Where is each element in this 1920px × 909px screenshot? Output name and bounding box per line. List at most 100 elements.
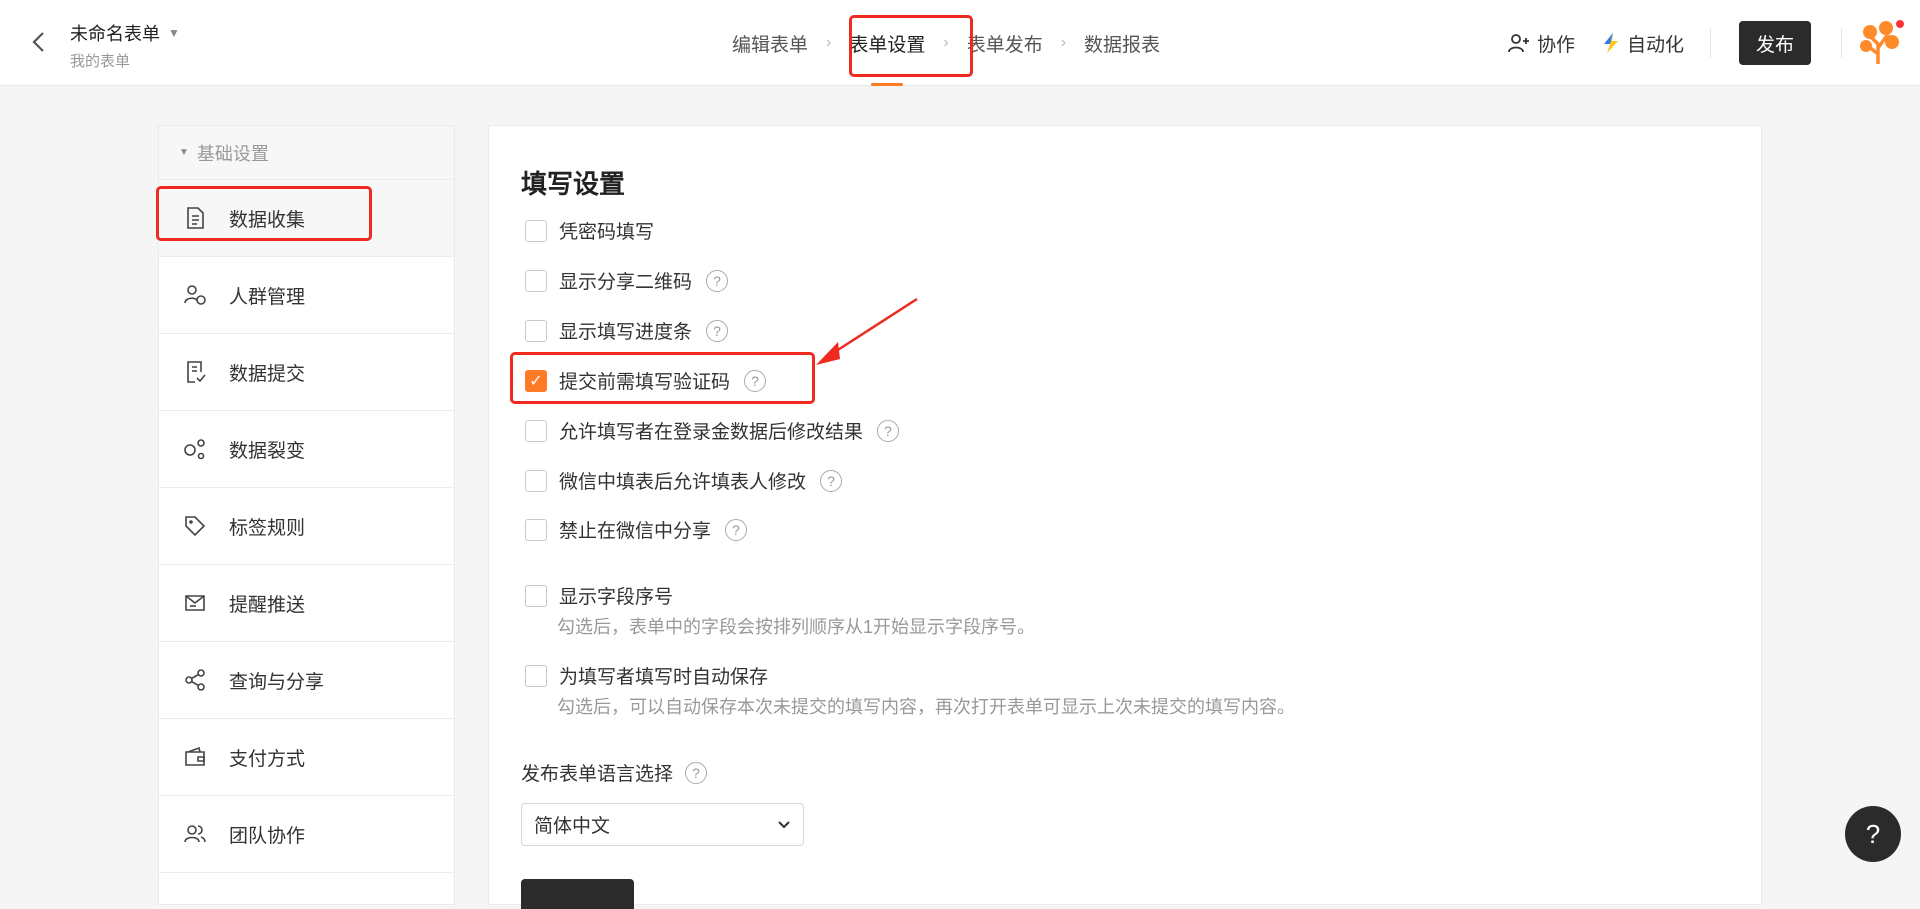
panel-title: 填写设置 [521, 169, 626, 199]
option-wechat-edit[interactable]: 微信中填表后允许填表人修改 ? [525, 467, 843, 494]
sidebar-item-tag-rules[interactable]: 标签规则 [159, 488, 454, 565]
language-select-value: 简体中文 [534, 816, 611, 837]
option-disable-wechat-share[interactable]: 禁止在微信中分享 ? [525, 516, 748, 543]
option-autosave[interactable]: 为填写者填写时自动保存 [525, 662, 768, 689]
notification-dot [1896, 20, 1904, 28]
top-header: 未命名表单 ▼ 我的表单 编辑表单 › 表单设置 › 表单发布 › 数据报表 协… [0, 0, 1920, 86]
sidebar-item-label: 数据提交 [229, 363, 306, 385]
annotation-arrow [816, 297, 918, 365]
automation-label: 自动化 [1626, 34, 1684, 56]
tag-icon [183, 514, 207, 538]
sidebar-group-basic[interactable]: ▼ 基础设置 [159, 126, 454, 180]
option-label: 允许填写者在登录金数据后修改结果 [559, 422, 864, 443]
step-form-settings[interactable]: 表单设置 [837, 0, 937, 86]
option-label: 提交前需填写验证码 [559, 372, 731, 393]
help-icon[interactable]: ? [820, 469, 843, 492]
checkbox-checked[interactable]: ✓ [525, 369, 547, 392]
checkbox[interactable] [525, 319, 547, 342]
option-label: 显示填写进度条 [559, 322, 693, 343]
help-icon[interactable]: ? [877, 419, 900, 442]
sidebar-item-label: 提醒推送 [229, 594, 306, 616]
option-label: 凭密码填写 [559, 222, 655, 243]
step-form-publish[interactable]: 表单发布 [955, 0, 1055, 86]
sidebar-item-data-fission[interactable]: 数据裂变 [159, 411, 454, 488]
help-icon[interactable]: ? [744, 369, 767, 392]
option-label: 禁止在微信中分享 [559, 521, 712, 542]
share-icon [183, 668, 207, 692]
step-nav: 编辑表单 › 表单设置 › 表单发布 › 数据报表 [720, 0, 1172, 86]
collaborate-label: 协作 [1536, 34, 1575, 56]
sidebar-item-audience[interactable]: 人群管理 [159, 257, 454, 334]
sidebar-item-team[interactable]: 团队协作 [159, 796, 454, 873]
checkbox[interactable] [525, 419, 547, 442]
save-button[interactable] [521, 879, 634, 909]
option-progress-bar[interactable]: 显示填写进度条 ? [525, 317, 729, 344]
chevron-right-icon: › [826, 34, 832, 51]
checkbox[interactable] [525, 518, 547, 541]
settings-sidebar: ▼ 基础设置 数据收集 人群管理 数据提交 数据裂变 标签规则 提醒推送 查询与… [158, 125, 455, 905]
chevron-down-icon [778, 820, 790, 828]
checkbox[interactable] [525, 219, 547, 242]
option-share-qrcode[interactable]: 显示分享二维码 ? [525, 267, 729, 294]
triangle-down-icon: ▼ [179, 147, 189, 158]
sidebar-group-label: 基础设置 [196, 143, 269, 164]
checkbox[interactable] [525, 664, 547, 687]
option-description: 勾选后，可以自动保存本次未提交的填写内容，再次打开表单可显示上次未提交的填写内容… [557, 697, 1295, 717]
header-actions: 协作 自动化 发布 [1507, 0, 1920, 86]
option-label: 显示分享二维码 [559, 272, 693, 293]
settings-panel: 填写设置 凭密码填写 显示分享二维码 ? 显示填写进度条 ? ✓ 提交前需填写验… [488, 125, 1762, 909]
chevron-right-icon: › [943, 34, 949, 51]
sidebar-item-label: 查询与分享 [229, 671, 325, 693]
sidebar-item-label: 团队协作 [229, 825, 306, 847]
option-description: 勾选后，表单中的字段会按排列顺序从1开始显示字段序号。 [557, 617, 1036, 637]
help-icon[interactable]: ? [725, 518, 748, 541]
option-edit-after-login[interactable]: 允许填写者在登录金数据后修改结果 ? [525, 417, 900, 444]
divider [1710, 28, 1711, 58]
caret-down-icon[interactable]: ▼ [168, 26, 180, 40]
divider [1841, 28, 1842, 58]
step-edit-form[interactable]: 编辑表单 [720, 0, 820, 86]
add-user-icon [1508, 34, 1529, 53]
brand-logo-icon[interactable] [1856, 18, 1906, 68]
wallet-icon [183, 745, 207, 769]
sidebar-item-label: 数据收集 [229, 209, 306, 231]
chevron-right-icon: › [1060, 34, 1067, 51]
sidebar-item-label: 数据裂变 [229, 440, 306, 462]
language-select[interactable]: 简体中文 [521, 803, 804, 846]
option-label: 微信中填表后允许填表人修改 [559, 472, 807, 493]
automation-button[interactable]: 自动化 [1601, 30, 1684, 57]
submit-doc-icon [183, 360, 207, 384]
form-title[interactable]: 未命名表单 ▼ [70, 20, 180, 46]
help-icon[interactable]: ? [706, 319, 729, 342]
team-icon [183, 822, 207, 846]
sidebar-item-label: 支付方式 [229, 748, 306, 770]
reminder-icon [183, 591, 207, 615]
option-captcha-before-submit[interactable]: ✓ 提交前需填写验证码 ? [525, 367, 767, 394]
floating-help-button[interactable]: ? [1845, 806, 1901, 862]
help-icon[interactable]: ? [706, 269, 729, 292]
checkbox[interactable] [525, 584, 547, 607]
sidebar-item-label: 人群管理 [229, 286, 306, 308]
sidebar-item-payment[interactable]: 支付方式 [159, 719, 454, 796]
user-group-icon [183, 283, 207, 307]
sidebar-item-data-submit[interactable]: 数据提交 [159, 334, 454, 411]
language-label: 发布表单语言选择 ? [521, 759, 708, 786]
back-arrow-icon[interactable] [26, 30, 50, 54]
option-password-fill[interactable]: 凭密码填写 [525, 217, 654, 244]
option-field-numbers[interactable]: 显示字段序号 [525, 582, 673, 609]
language-label-text: 发布表单语言选择 [521, 764, 674, 785]
document-icon [183, 206, 207, 230]
sidebar-item-query-share[interactable]: 查询与分享 [159, 642, 454, 719]
sidebar-item-label: 标签规则 [229, 517, 306, 539]
checkbox[interactable] [525, 269, 547, 292]
option-label: 为填写者填写时自动保存 [559, 667, 769, 688]
checkbox[interactable] [525, 469, 547, 492]
help-icon[interactable]: ? [685, 761, 708, 784]
sidebar-item-data-collection[interactable]: 数据收集 [159, 180, 454, 257]
sidebar-item-reminder[interactable]: 提醒推送 [159, 565, 454, 642]
publish-button[interactable]: 发布 [1739, 21, 1811, 65]
step-data-report[interactable]: 数据报表 [1072, 0, 1172, 86]
collaborate-button[interactable]: 协作 [1507, 30, 1575, 57]
form-title-text: 未命名表单 [70, 24, 160, 44]
lightning-icon [1603, 33, 1618, 53]
